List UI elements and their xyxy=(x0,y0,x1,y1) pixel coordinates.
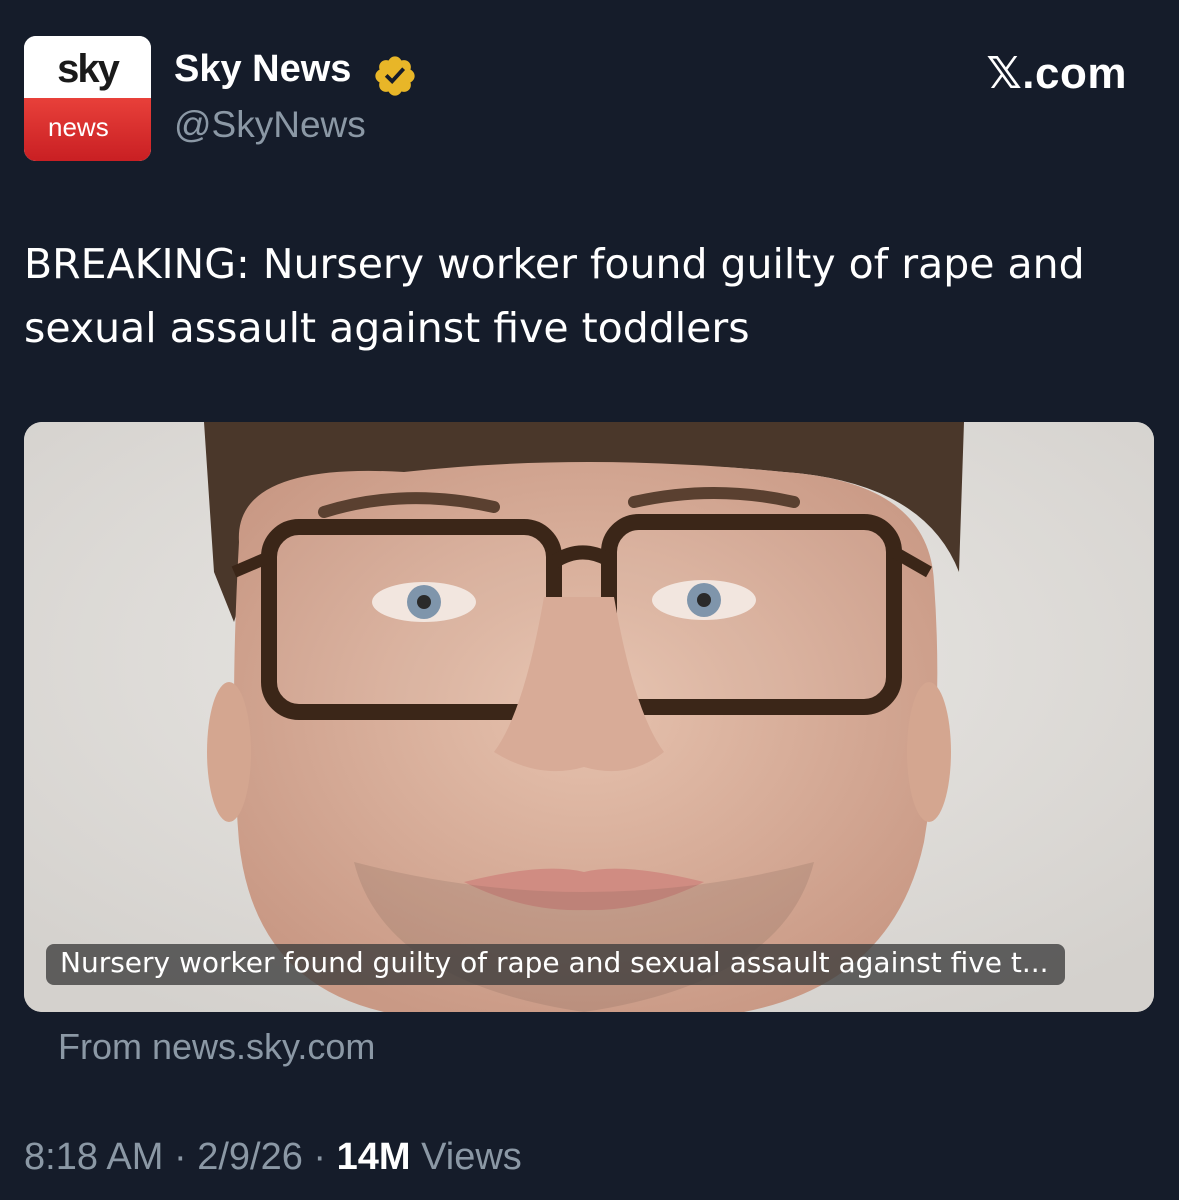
card-source-link[interactable]: From news.sky.com xyxy=(58,1026,375,1068)
source-site-label: 𝕏.com xyxy=(986,48,1127,99)
post-text: BREAKING: Nursery worker found guilty of… xyxy=(24,240,1085,352)
link-card[interactable]: Nursery worker found guilty of rape and … xyxy=(24,422,1154,1012)
views-count: 14M xyxy=(336,1136,411,1178)
person-photo xyxy=(24,422,1154,1012)
meta-separator: · xyxy=(163,1136,198,1178)
display-name[interactable]: Sky News xyxy=(174,48,351,91)
verified-badge-icon xyxy=(375,56,415,96)
avatar-logo-news: news xyxy=(48,112,109,142)
account-handle[interactable]: @SkyNews xyxy=(174,104,366,146)
post-time[interactable]: 8:18 AM xyxy=(24,1136,163,1178)
post-meta: 8:18 AM · 2/9/26 · 14M Views xyxy=(24,1136,522,1179)
views-label: Views xyxy=(410,1136,522,1178)
post: sky news Sky News @SkyNews 𝕏.com BREAKIN… xyxy=(0,0,1179,1200)
account-avatar[interactable]: sky news xyxy=(24,36,151,161)
card-caption: Nursery worker found guilty of rape and … xyxy=(46,944,1065,985)
avatar-top: sky xyxy=(24,36,151,98)
meta-separator: · xyxy=(302,1136,337,1178)
source-site-domain: .com xyxy=(1022,49,1127,98)
avatar-logo-sky: sky xyxy=(57,46,120,91)
x-logo-icon: 𝕏 xyxy=(986,48,1023,99)
post-date[interactable]: 2/9/26 xyxy=(197,1136,303,1178)
avatar-bottom: news xyxy=(24,98,151,161)
